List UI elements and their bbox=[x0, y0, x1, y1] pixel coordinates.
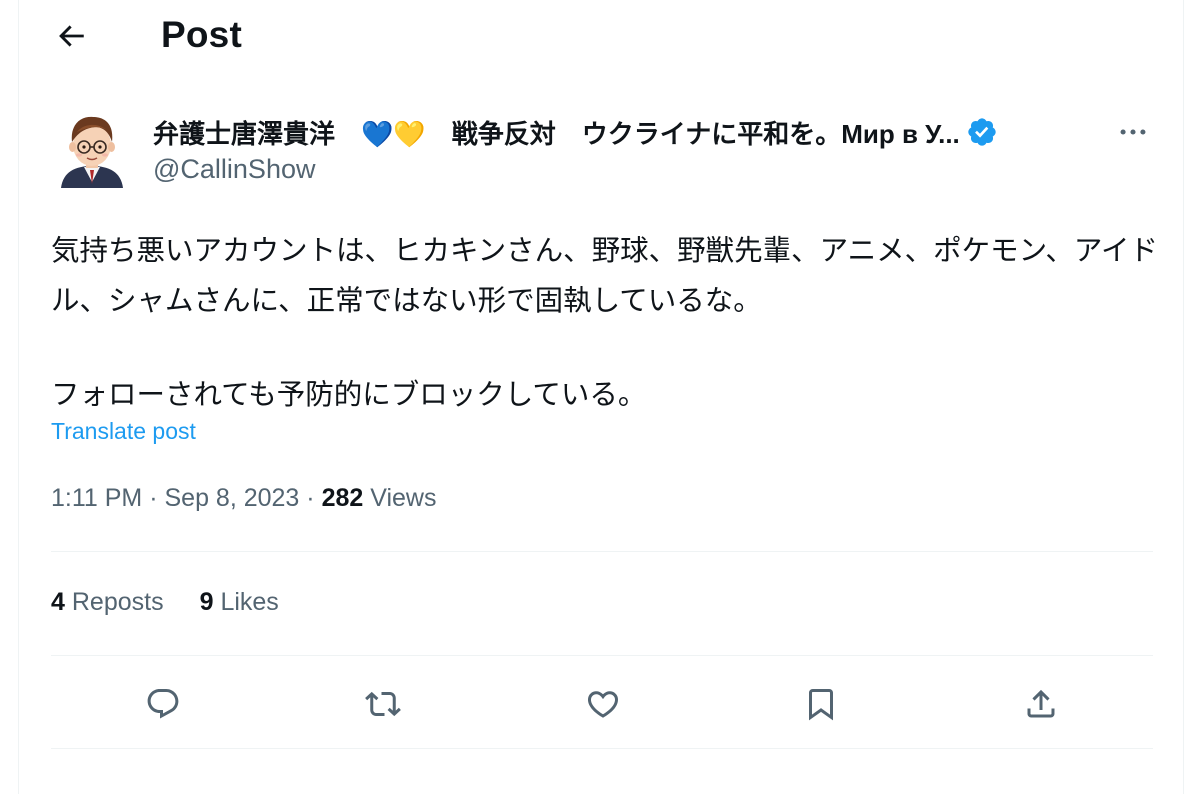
divider bbox=[51, 655, 1153, 656]
post-column: Post 弁護士唐澤貴洋 💙💛 戦争反対 ウクライナに平和を。Мир в У..… bbox=[18, 0, 1184, 794]
meta-separator: · bbox=[149, 484, 158, 512]
back-button[interactable] bbox=[51, 16, 91, 56]
likes-count: 9 bbox=[199, 588, 214, 616]
likes-stat[interactable]: 9 Likes bbox=[200, 588, 279, 617]
avatar[interactable] bbox=[57, 112, 127, 188]
more-button[interactable] bbox=[1113, 112, 1153, 152]
post-paragraph: 気持ち悪いアカウントは、ヒカキンさん、野球、野獣先輩、アニメ、ポケモン、アイドル… bbox=[51, 234, 1158, 317]
action-bar bbox=[19, 680, 1183, 728]
reply-icon bbox=[147, 689, 179, 719]
verified-badge-icon bbox=[968, 118, 996, 146]
likes-label: Likes bbox=[220, 588, 279, 616]
post-paragraph: フォローされても予防的にブロックしている。 bbox=[51, 378, 647, 411]
meta-separator: · bbox=[306, 484, 315, 512]
bookmark-button[interactable] bbox=[797, 680, 845, 728]
views-label: Views bbox=[370, 484, 437, 512]
like-icon bbox=[587, 691, 619, 718]
repost-icon bbox=[365, 691, 401, 717]
page-title: Post bbox=[161, 14, 242, 55]
author-info: 弁護士唐澤貴洋 💙💛 戦争反対 ウクライナに平和を。Мир в У... @Ca… bbox=[153, 112, 1153, 192]
post-meta: 1:11 PM · Sep 8, 2023 · 282 Views bbox=[51, 484, 436, 513]
handle[interactable]: @CallinShow bbox=[153, 154, 315, 185]
post-date[interactable]: Sep 8, 2023 bbox=[164, 484, 299, 512]
like-button[interactable] bbox=[579, 680, 627, 728]
reposts-count: 4 bbox=[51, 588, 65, 616]
divider bbox=[51, 551, 1153, 552]
header: Post bbox=[19, 0, 1183, 76]
display-name[interactable]: 弁護士唐澤貴洋 💙💛 戦争反対 ウクライナに平和を。Мир в У... bbox=[153, 114, 1083, 150]
post-text: 気持ち悪いアカウントは、ヒカキンさん、野球、野獣先輩、アニメ、ポケモン、アイドル… bbox=[51, 226, 1161, 420]
bookmark-icon bbox=[809, 689, 833, 721]
share-button[interactable] bbox=[1017, 680, 1065, 728]
engagement-stats: 4 Reposts 9 Likes bbox=[51, 588, 279, 617]
repost-button[interactable] bbox=[359, 680, 407, 728]
divider bbox=[51, 748, 1153, 749]
views-count: 282 bbox=[321, 484, 364, 512]
more-icon bbox=[1120, 129, 1146, 135]
reposts-label: Reposts bbox=[71, 588, 164, 616]
share-icon bbox=[1027, 689, 1055, 718]
translate-post-link[interactable]: Translate post bbox=[51, 418, 196, 445]
display-name-text: 弁護士唐澤貴洋 💙💛 戦争反対 ウクライナに平和を。Мир в У... bbox=[153, 118, 960, 149]
reposts-stat[interactable]: 4 Reposts bbox=[51, 588, 164, 617]
post-time[interactable]: 1:11 PM bbox=[51, 484, 142, 512]
back-arrow-icon bbox=[59, 25, 84, 47]
reply-button[interactable] bbox=[139, 680, 187, 728]
